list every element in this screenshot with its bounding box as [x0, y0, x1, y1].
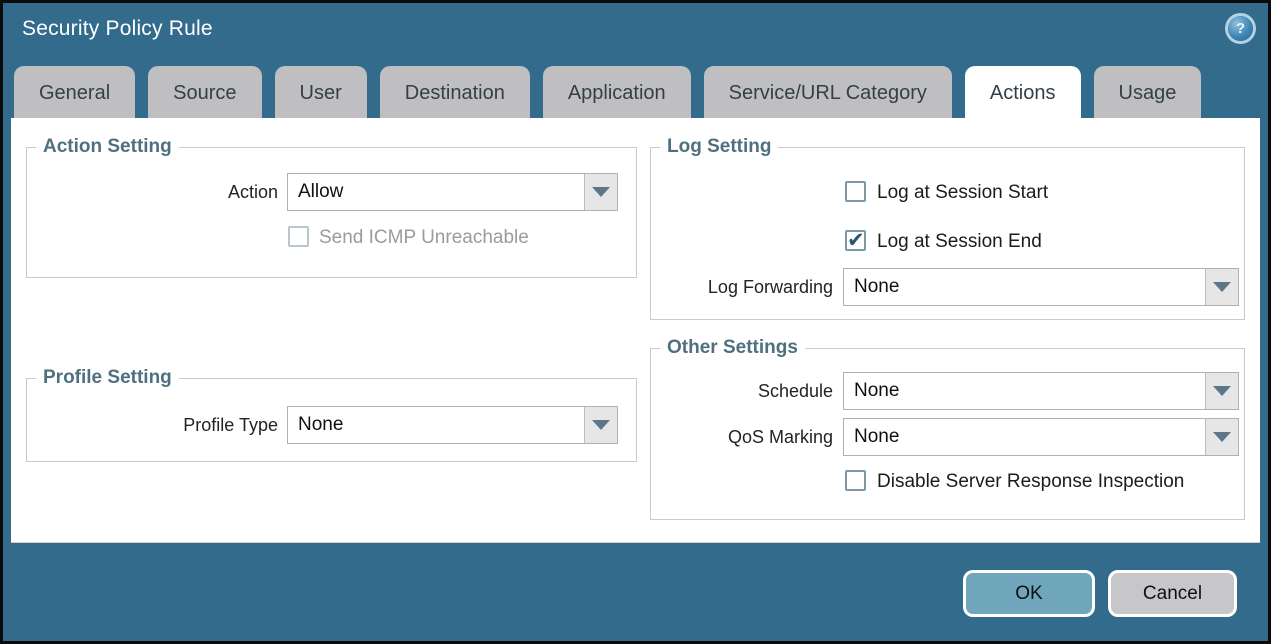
profile-type-dropdown-value: None	[288, 407, 584, 443]
log-at-session-end-label: Log at Session End	[877, 231, 1042, 253]
chevron-down-icon	[1213, 432, 1231, 442]
action-setting-group: Action Setting	[26, 147, 637, 278]
log-forwarding-dropdown[interactable]: None	[843, 268, 1239, 306]
actions-tab-panel: Action Setting Profile Setting Log Setti…	[11, 118, 1260, 543]
action-label: Action	[111, 182, 278, 203]
chevron-down-icon	[1213, 282, 1231, 292]
schedule-dropdown[interactable]: None	[843, 372, 1239, 410]
action-setting-legend: Action Setting	[36, 136, 179, 158]
qos-marking-dropdown[interactable]: None	[843, 418, 1239, 456]
tab-source[interactable]: Source	[148, 66, 261, 118]
other-settings-legend: Other Settings	[660, 337, 805, 359]
help-icon[interactable]: ?	[1228, 16, 1253, 41]
tab-general[interactable]: General	[14, 66, 135, 118]
disable-server-response-inspection-label: Disable Server Response Inspection	[877, 471, 1184, 493]
qos-marking-dropdown-value: None	[844, 419, 1205, 455]
cancel-button[interactable]: Cancel	[1108, 570, 1237, 617]
tab-destination[interactable]: Destination	[380, 66, 530, 118]
log-forwarding-label: Log Forwarding	[655, 277, 833, 298]
action-dropdown[interactable]: Allow	[287, 173, 618, 211]
tab-user[interactable]: User	[275, 66, 367, 118]
send-icmp-unreachable-checkbox[interactable]	[288, 226, 309, 247]
action-dropdown-arrow-button[interactable]	[584, 174, 617, 210]
profile-type-label: Profile Type	[111, 415, 278, 436]
tab-bar: General Source User Destination Applicat…	[14, 66, 1201, 118]
log-at-session-start-checkbox[interactable]	[845, 181, 866, 202]
tab-usage[interactable]: Usage	[1094, 66, 1202, 118]
log-forwarding-dropdown-arrow-button[interactable]	[1205, 269, 1238, 305]
ok-button[interactable]: OK	[963, 570, 1095, 617]
tab-actions[interactable]: Actions	[965, 66, 1081, 118]
profile-type-dropdown[interactable]: None	[287, 406, 618, 444]
profile-setting-legend: Profile Setting	[36, 367, 179, 389]
send-icmp-unreachable-label: Send ICMP Unreachable	[319, 227, 529, 249]
security-policy-rule-dialog: Security Policy Rule ? General Source Us…	[0, 0, 1271, 644]
chevron-down-icon	[592, 187, 610, 197]
disable-server-response-inspection-checkbox[interactable]	[845, 470, 866, 491]
log-forwarding-dropdown-value: None	[844, 269, 1205, 305]
tab-application[interactable]: Application	[543, 66, 691, 118]
qos-marking-label: QoS Marking	[655, 427, 833, 448]
action-dropdown-value: Allow	[288, 174, 584, 210]
log-at-session-end-checkbox[interactable]	[845, 230, 866, 251]
schedule-dropdown-arrow-button[interactable]	[1205, 373, 1238, 409]
dialog-title: Security Policy Rule	[22, 17, 213, 41]
log-setting-legend: Log Setting	[660, 136, 778, 158]
tab-service-url-category[interactable]: Service/URL Category	[704, 66, 952, 118]
chevron-down-icon	[592, 420, 610, 430]
schedule-label: Schedule	[655, 381, 833, 402]
qos-marking-dropdown-arrow-button[interactable]	[1205, 419, 1238, 455]
profile-type-dropdown-arrow-button[interactable]	[584, 407, 617, 443]
chevron-down-icon	[1213, 386, 1231, 396]
log-at-session-start-label: Log at Session Start	[877, 182, 1048, 204]
schedule-dropdown-value: None	[844, 373, 1205, 409]
